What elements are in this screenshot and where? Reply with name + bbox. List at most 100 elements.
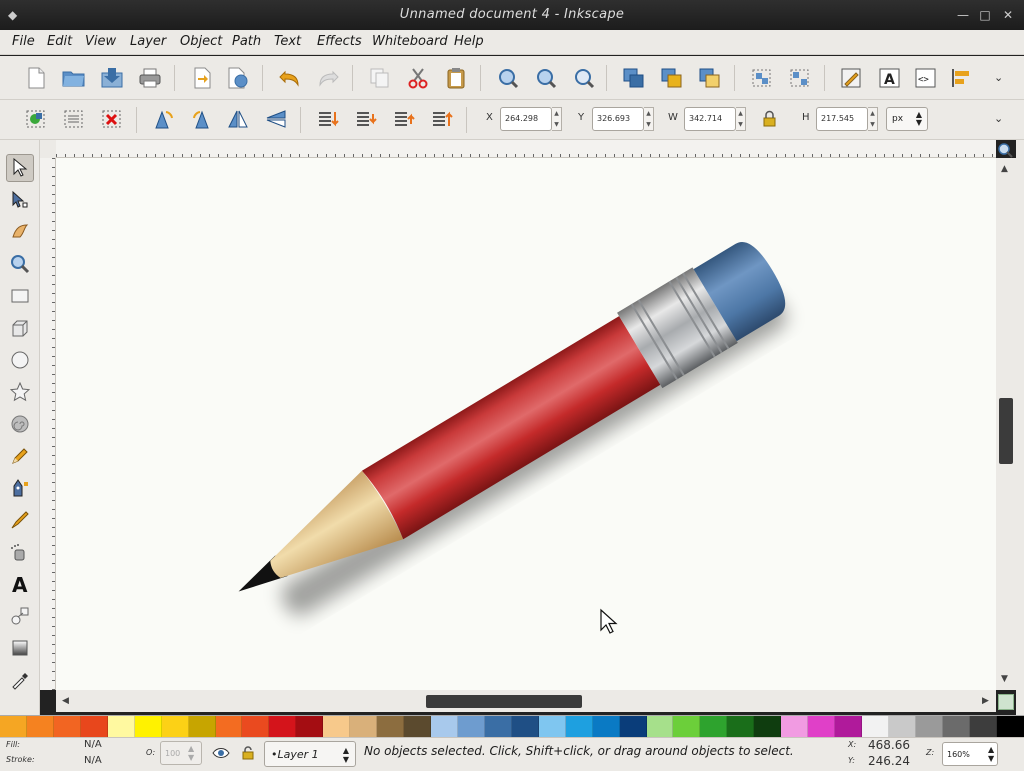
color-swatch[interactable] bbox=[511, 716, 539, 738]
color-swatch[interactable] bbox=[431, 716, 458, 738]
flip-horizontal-button[interactable] bbox=[224, 105, 252, 133]
color-swatch[interactable] bbox=[188, 716, 216, 738]
connector-tool[interactable] bbox=[6, 602, 34, 630]
ellipse-tool[interactable] bbox=[6, 346, 34, 374]
color-swatch[interactable] bbox=[457, 716, 485, 738]
rotate-ccw-button[interactable] bbox=[150, 105, 178, 133]
dropper-tool[interactable] bbox=[6, 666, 34, 694]
spray-tool[interactable] bbox=[6, 538, 34, 566]
color-swatch[interactable] bbox=[80, 716, 108, 738]
color-swatch[interactable] bbox=[134, 716, 162, 738]
controls-overflow-chevron-icon[interactable]: ⌄ bbox=[994, 112, 1003, 125]
zoom-tool[interactable] bbox=[6, 250, 34, 278]
x-field[interactable]: 264.298 bbox=[500, 107, 552, 131]
color-swatch[interactable] bbox=[673, 716, 701, 738]
color-swatch[interactable] bbox=[53, 716, 81, 738]
x-spinner[interactable]: ▲ ▼ bbox=[552, 107, 562, 131]
color-swatch[interactable] bbox=[215, 716, 243, 738]
vertical-scrollbar[interactable]: ▲ ▼ bbox=[996, 158, 1016, 690]
color-swatch[interactable] bbox=[915, 716, 943, 738]
fill-value[interactable]: N/A bbox=[84, 739, 102, 750]
select-all-layers-button[interactable] bbox=[60, 105, 88, 133]
y-field[interactable]: 326.693 bbox=[592, 107, 644, 131]
bezier-pen-tool[interactable] bbox=[6, 474, 34, 502]
color-swatch[interactable] bbox=[862, 716, 889, 738]
color-swatch[interactable] bbox=[700, 716, 728, 738]
menu-effects[interactable]: Effects bbox=[315, 34, 364, 49]
gradient-tool[interactable] bbox=[6, 634, 34, 662]
zoom-page-button[interactable] bbox=[570, 64, 598, 92]
deselect-button[interactable] bbox=[98, 105, 126, 133]
color-swatch[interactable] bbox=[888, 716, 916, 738]
star-tool[interactable] bbox=[6, 378, 34, 406]
color-swatch[interactable] bbox=[538, 716, 566, 738]
width-spinner[interactable]: ▲ ▼ bbox=[736, 107, 746, 131]
maximize-icon[interactable]: □ bbox=[978, 8, 992, 22]
menu-object[interactable]: Object bbox=[178, 34, 224, 49]
rotate-cw-button[interactable] bbox=[188, 105, 216, 133]
color-swatch[interactable] bbox=[619, 716, 647, 738]
menu-layer[interactable]: Layer bbox=[128, 34, 168, 49]
unlink-clone-button[interactable] bbox=[696, 64, 724, 92]
color-swatch[interactable] bbox=[323, 716, 351, 738]
flip-vertical-button[interactable] bbox=[262, 105, 290, 133]
scroll-down-icon[interactable]: ▼ bbox=[1001, 674, 1008, 684]
minimize-icon[interactable]: — bbox=[956, 8, 970, 22]
print-button[interactable] bbox=[136, 64, 164, 92]
paste-button[interactable] bbox=[442, 64, 470, 92]
raise-to-top-button[interactable] bbox=[428, 105, 456, 133]
group-button[interactable] bbox=[748, 64, 776, 92]
color-swatch[interactable] bbox=[404, 716, 431, 738]
zoom-drawing-button[interactable] bbox=[532, 64, 560, 92]
toolbar-overflow-chevron-icon[interactable]: ⌄ bbox=[994, 71, 1003, 84]
opacity-spin-icon[interactable]: ▲ ▼ bbox=[188, 744, 194, 762]
color-swatch[interactable] bbox=[565, 716, 593, 738]
rectangle-tool[interactable] bbox=[6, 282, 34, 310]
menu-text[interactable]: Text bbox=[272, 34, 303, 49]
text-font-button[interactable]: A bbox=[876, 64, 904, 92]
color-swatch[interactable] bbox=[242, 716, 270, 738]
color-swatch[interactable] bbox=[996, 716, 1024, 738]
scroll-right-icon[interactable]: ▶ bbox=[982, 696, 989, 706]
horizontal-scroll-thumb[interactable] bbox=[426, 695, 582, 708]
height-field[interactable]: 217.545 bbox=[816, 107, 868, 131]
color-swatch[interactable] bbox=[484, 716, 512, 738]
height-spinner[interactable]: ▲ ▼ bbox=[868, 107, 878, 131]
scroll-left-icon[interactable]: ◀ bbox=[62, 696, 69, 706]
color-swatch[interactable] bbox=[835, 716, 862, 738]
redo-button[interactable] bbox=[314, 64, 342, 92]
color-swatch[interactable] bbox=[107, 716, 135, 738]
cut-button[interactable] bbox=[404, 64, 432, 92]
menu-edit[interactable]: Edit bbox=[45, 34, 74, 49]
opacity-field[interactable]: 100 bbox=[160, 741, 202, 765]
menu-view[interactable]: View bbox=[83, 34, 118, 49]
toggle-lock-button[interactable] bbox=[240, 745, 256, 764]
duplicate-button[interactable] bbox=[620, 64, 648, 92]
select-all-button[interactable] bbox=[22, 105, 50, 133]
xml-editor-button[interactable]: <> bbox=[912, 64, 940, 92]
color-swatch[interactable] bbox=[727, 716, 755, 738]
text-tool[interactable]: A bbox=[6, 570, 34, 598]
color-swatch[interactable] bbox=[942, 716, 970, 738]
selector-tool[interactable] bbox=[6, 154, 34, 182]
width-field[interactable]: 342.714 bbox=[684, 107, 736, 131]
horizontal-scrollbar[interactable]: ◀ ▶ bbox=[56, 690, 996, 712]
save-button[interactable] bbox=[98, 64, 126, 92]
color-palette[interactable] bbox=[0, 715, 1024, 738]
fill-stroke-button[interactable] bbox=[838, 64, 866, 92]
zoom-spin-icon[interactable]: ▲ ▼ bbox=[988, 745, 994, 763]
toggle-visibility-button[interactable] bbox=[212, 746, 230, 763]
horizontal-ruler[interactable] bbox=[56, 140, 996, 158]
pencil-tool[interactable] bbox=[6, 442, 34, 470]
color-swatch[interactable] bbox=[161, 716, 189, 738]
color-swatch[interactable] bbox=[808, 716, 836, 738]
open-button[interactable] bbox=[60, 64, 88, 92]
color-swatch[interactable] bbox=[969, 716, 997, 738]
undo-button[interactable] bbox=[276, 64, 304, 92]
color-swatch[interactable] bbox=[0, 716, 27, 738]
color-swatch[interactable] bbox=[350, 716, 378, 738]
calligraphy-tool[interactable] bbox=[6, 506, 34, 534]
zoom-selection-button[interactable] bbox=[494, 64, 522, 92]
unit-select[interactable]: px ▲ ▼ bbox=[886, 107, 928, 131]
align-distribute-button[interactable] bbox=[948, 64, 976, 92]
